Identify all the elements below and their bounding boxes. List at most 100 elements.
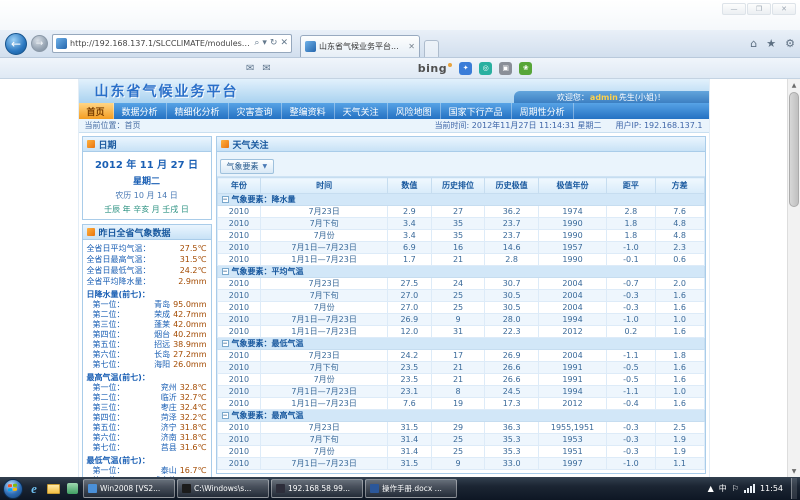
- refresh-icon[interactable]: ↻: [270, 39, 278, 48]
- group-label: 气象要素：平均气温: [232, 267, 304, 276]
- show-desktop-button[interactable]: [791, 478, 797, 499]
- tab-favicon-icon: [305, 41, 316, 52]
- scrollbar-up-icon[interactable]: ▲: [788, 79, 800, 91]
- table-row[interactable]: 20107月1日—7月23日23.1824.51994-1.11.0: [217, 386, 704, 398]
- station-name: 济宁: [161, 423, 177, 432]
- nav-item-0[interactable]: 首页: [79, 103, 114, 119]
- table-row[interactable]: 20101月1日—7月23日1.7212.81990-0.10.6: [217, 254, 704, 266]
- station-value: 95.0mm: [173, 300, 206, 309]
- taskbar-window-icon: [182, 484, 191, 493]
- table-cell: 25: [431, 446, 485, 458]
- collapse-icon[interactable]: −: [222, 340, 229, 347]
- action-center-flag-icon[interactable]: ⚐: [732, 484, 739, 493]
- collapse-icon[interactable]: −: [222, 412, 229, 419]
- tray-expand-icon[interactable]: ▲: [708, 484, 714, 493]
- table-row[interactable]: 20107月份31.42535.31951-0.31.9: [217, 446, 704, 458]
- nav-item-6[interactable]: 风险地图: [388, 103, 441, 119]
- group-row-1[interactable]: −气象要素：平均气温: [217, 266, 704, 278]
- start-button[interactable]: [3, 479, 23, 499]
- search-icon[interactable]: ⌕: [254, 39, 259, 48]
- table-row[interactable]: 20107月份27.02530.52004-0.31.6: [217, 302, 704, 314]
- table-row[interactable]: 20107月23日2.92736.219742.87.6: [217, 206, 704, 218]
- taskbar-window-3[interactable]: 操作手册.docx ...: [365, 479, 457, 498]
- table-cell: -1.1: [607, 386, 656, 398]
- bing-logo[interactable]: bing: [418, 62, 452, 75]
- table-row[interactable]: 20101月1日—7月23日7.61917.32012-0.41.6: [217, 398, 704, 410]
- address-bar[interactable]: http://192.168.137.1/SLCCLIMATE/modules/…: [52, 34, 292, 53]
- taskbar-window-label: Win2008 [VS2...: [100, 484, 160, 493]
- table-row[interactable]: 20107月1日—7月23日31.5933.01997-1.01.1: [217, 458, 704, 470]
- table-row[interactable]: 20107月下旬23.52126.61991-0.51.6: [217, 362, 704, 374]
- table-row[interactable]: 20107月下旬31.42535.31953-0.31.9: [217, 434, 704, 446]
- weather-panel-header: 昨日全省气象数据: [83, 225, 211, 240]
- stop-icon[interactable]: ✕: [280, 39, 288, 48]
- favorites-icon[interactable]: ★: [766, 37, 776, 50]
- nav-item-3[interactable]: 灾害查询: [229, 103, 282, 119]
- ime-indicator-icon[interactable]: 中: [719, 483, 727, 494]
- back-button[interactable]: ←: [5, 33, 27, 55]
- group-row-2[interactable]: −气象要素：最低气温: [217, 338, 704, 350]
- collapse-icon[interactable]: −: [222, 268, 229, 275]
- table-row[interactable]: 20107月份3.43523.719901.84.8: [217, 230, 704, 242]
- tools-icon[interactable]: ⚙: [785, 37, 795, 50]
- table-row[interactable]: 20101月1日—7月23日12.03122.320120.21.6: [217, 326, 704, 338]
- network-icon[interactable]: [744, 484, 755, 493]
- rank-label: 第四位：: [93, 413, 125, 423]
- vertical-scrollbar[interactable]: ▲ ▼: [787, 79, 800, 477]
- nav-item-1[interactable]: 数据分析: [114, 103, 167, 119]
- rank-label: 第一位：: [93, 383, 125, 393]
- date-panel-header: 日期: [83, 137, 211, 152]
- table-cell: 2010: [217, 278, 261, 290]
- file-explorer-icon[interactable]: [45, 481, 61, 497]
- group-row-3[interactable]: −气象要素：最高气温: [217, 410, 704, 422]
- table-cell: 27.0: [387, 290, 431, 302]
- nav-item-5[interactable]: 天气关注: [335, 103, 388, 119]
- window-minimize-button[interactable]: —: [722, 3, 746, 15]
- home-icon[interactable]: ⌂: [750, 37, 757, 50]
- table-row[interactable]: 20107月下旬27.02530.52004-0.31.6: [217, 290, 704, 302]
- rank-value: 荣成42.7mm: [154, 310, 206, 320]
- station-name: 青岛: [154, 300, 170, 309]
- internet-explorer-icon[interactable]: e: [26, 481, 42, 497]
- table-row[interactable]: 20107月1日—7月23日26.9928.01994-1.01.0: [217, 314, 704, 326]
- browser-tab[interactable]: 山东省气候业务平台... ✕: [300, 35, 420, 57]
- table-row[interactable]: 20107月23日24.21726.92004-1.11.8: [217, 350, 704, 362]
- tab-close-icon[interactable]: ✕: [408, 42, 415, 51]
- nav-item-8[interactable]: 周期性分析: [512, 103, 574, 119]
- station-value: 31.8℃: [180, 423, 207, 432]
- toolbar-app1-icon[interactable]: ✦: [459, 62, 472, 75]
- taskbar-window-2[interactable]: 192.168.58.99...: [271, 479, 363, 498]
- nav-item-4[interactable]: 整编资料: [282, 103, 335, 119]
- scrollbar-thumb[interactable]: [789, 92, 799, 207]
- toolbar-app2-icon[interactable]: ◎: [479, 62, 492, 75]
- new-tab-button[interactable]: [424, 40, 439, 57]
- taskbar-window-1[interactable]: C:\Windows\s...: [177, 479, 269, 498]
- table-cell: 2010: [217, 218, 261, 230]
- toolbar-app3-icon[interactable]: ▣: [499, 62, 512, 75]
- ranking-item: 第六位：济南31.8℃: [87, 433, 207, 443]
- taskbar-clock[interactable]: 11:54: [760, 484, 783, 493]
- table-row[interactable]: 20107月1日—7月23日6.91614.61957-1.02.3: [217, 242, 704, 254]
- mail2-icon[interactable]: ✉: [262, 63, 270, 74]
- group-row-0[interactable]: −气象要素：降水量: [217, 194, 704, 206]
- table-cell: 1.6: [655, 374, 704, 386]
- nav-item-2[interactable]: 精细化分析: [167, 103, 229, 119]
- address-dropdown-icon[interactable]: ▾: [262, 39, 267, 48]
- taskbar-window-0[interactable]: Win2008 [VS2...: [83, 479, 175, 498]
- table-cell: 7月份: [261, 446, 388, 458]
- forward-button[interactable]: →: [31, 35, 48, 52]
- nav-item-7[interactable]: 国家下行产品: [441, 103, 512, 119]
- collapse-icon[interactable]: −: [222, 196, 229, 203]
- mail-icon[interactable]: ✉: [246, 63, 254, 74]
- window-close-button[interactable]: ✕: [772, 3, 796, 15]
- url-text: http://192.168.137.1/SLCCLIMATE/modules/…: [70, 39, 251, 48]
- window-maximize-button[interactable]: ❐: [747, 3, 771, 15]
- table-row[interactable]: 20107月下旬3.43523.719901.84.8: [217, 218, 704, 230]
- table-row[interactable]: 20107月23日31.52936.31955,1951-0.32.5: [217, 422, 704, 434]
- element-filter-button[interactable]: 气象要素 ▼: [220, 159, 275, 174]
- server-manager-icon[interactable]: [64, 481, 80, 497]
- toolbar-app4-icon[interactable]: ❀: [519, 62, 532, 75]
- table-row[interactable]: 20107月份23.52126.61991-0.51.6: [217, 374, 704, 386]
- scrollbar-down-icon[interactable]: ▼: [788, 465, 800, 477]
- table-row[interactable]: 20107月23日27.52430.72004-0.72.0: [217, 278, 704, 290]
